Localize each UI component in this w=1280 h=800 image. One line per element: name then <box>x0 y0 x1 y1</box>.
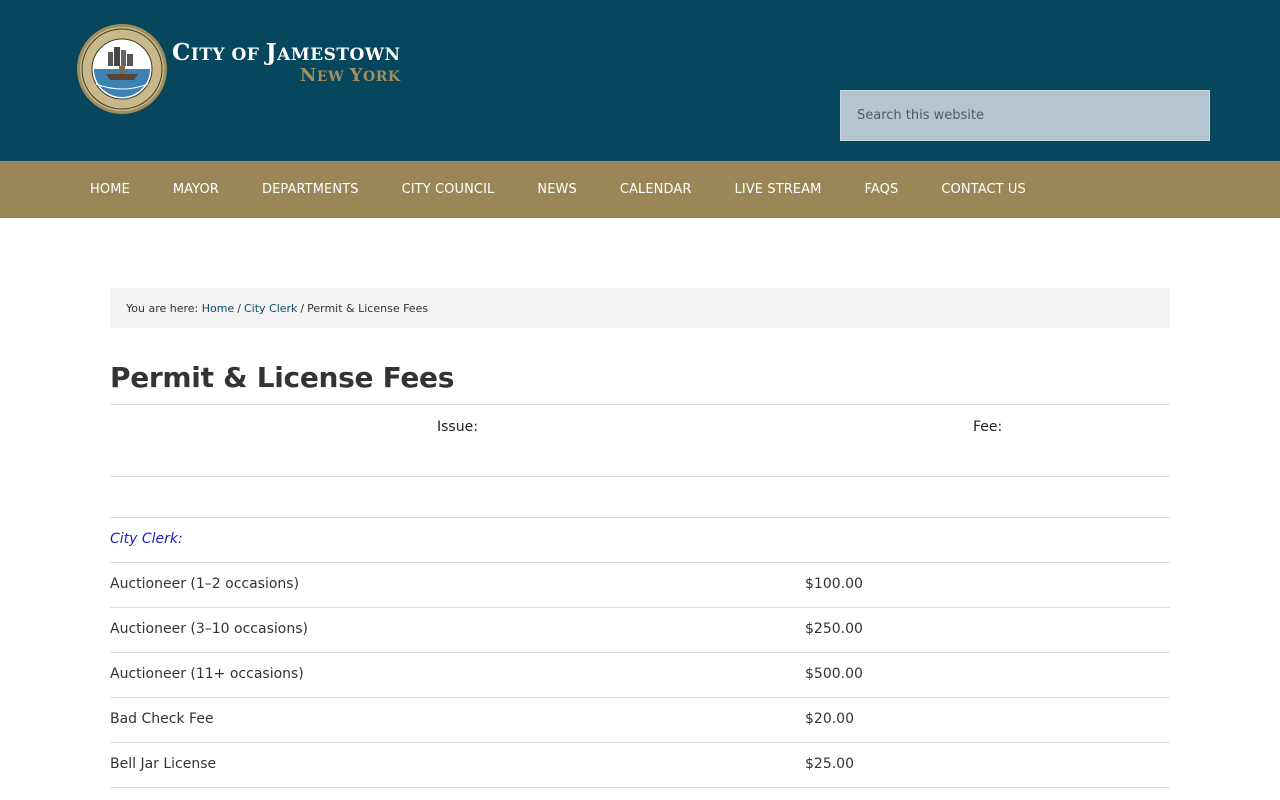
breadcrumb-city-clerk[interactable]: City Clerk <box>244 302 297 315</box>
table-section-row: City Clerk: <box>110 518 1170 563</box>
nav-item-live-stream[interactable]: LIVE STREAM <box>735 182 822 197</box>
breadcrumb: You are here: Home / City Clerk / Permit & L… <box>110 288 1170 328</box>
row-fee: $100.00 <box>805 576 863 592</box>
nav-item-departments[interactable]: DEPARTMENTS <box>262 182 359 197</box>
row-fee: $20.00 <box>805 711 854 727</box>
nav-item-calendar[interactable]: CALENDAR <box>620 182 692 197</box>
search-input[interactable] <box>840 90 1210 141</box>
table-row: Bad Check Fee $20.00 <box>110 698 1170 743</box>
breadcrumb-current: Permit & License Fees <box>307 301 429 315</box>
section-title-city-clerk: City Clerk: <box>110 531 183 547</box>
main-nav: HOME MAYOR DEPARTMENTS CITY COUNCIL NEWS… <box>0 161 1280 218</box>
nav-item-news[interactable]: NEWS <box>537 182 576 197</box>
site-logo[interactable]: CITY OF JAMESTOWN NEW YORK <box>76 22 401 116</box>
table-row: Auctioneer (3–10 occasions) $250.00 <box>110 608 1170 653</box>
breadcrumb-separator: / <box>237 301 241 315</box>
table-row-blank <box>110 477 1170 518</box>
site-header: CITY OF JAMESTOWN NEW YORK <box>0 0 1280 161</box>
row-issue: Auctioneer (3–10 occasions) <box>110 621 308 637</box>
table-row: Bell Jar License $25.00 <box>110 743 1170 788</box>
nav-item-home[interactable]: HOME <box>90 182 130 197</box>
nav-item-faqs[interactable]: FAQS <box>865 182 899 197</box>
row-issue: Auctioneer (1–2 occasions) <box>110 576 300 592</box>
breadcrumb-prefix: You are here: <box>126 301 199 315</box>
row-fee: $250.00 <box>805 621 863 637</box>
city-seal-icon <box>77 24 167 114</box>
breadcrumb-separator: / <box>300 301 305 315</box>
row-issue: Auctioneer (11+ occasions) <box>110 666 304 682</box>
main-content: You are here: Home / City Clerk / Permit & L… <box>110 288 1170 788</box>
nav-item-mayor[interactable]: MAYOR <box>173 182 219 197</box>
row-fee: $25.00 <box>805 756 854 772</box>
site-subtitle: NEW YORK <box>299 64 401 86</box>
page-title: Permit & License Fees <box>110 361 455 394</box>
column-header-fee: Fee: <box>973 419 1003 435</box>
row-issue: Bell Jar License <box>110 756 217 772</box>
table-header-row: Issue: Fee: <box>110 404 1170 477</box>
nav-item-contact-us[interactable]: CONTACT US <box>941 182 1026 197</box>
column-header-issue: Issue: <box>437 419 478 435</box>
fees-table: Issue: Fee: City Clerk: Auctioneer (1–2 … <box>110 404 1170 788</box>
breadcrumb-home[interactable]: Home <box>202 302 234 315</box>
row-fee: $500.00 <box>805 666 863 682</box>
table-row: Auctioneer (1–2 occasions) $100.00 <box>110 563 1170 608</box>
site-title: CITY OF JAMESTOWN <box>172 38 401 66</box>
table-row: Auctioneer (11+ occasions) $500.00 <box>110 653 1170 698</box>
nav-item-city-council[interactable]: CITY COUNCIL <box>402 182 495 197</box>
row-issue: Bad Check Fee <box>110 711 214 727</box>
